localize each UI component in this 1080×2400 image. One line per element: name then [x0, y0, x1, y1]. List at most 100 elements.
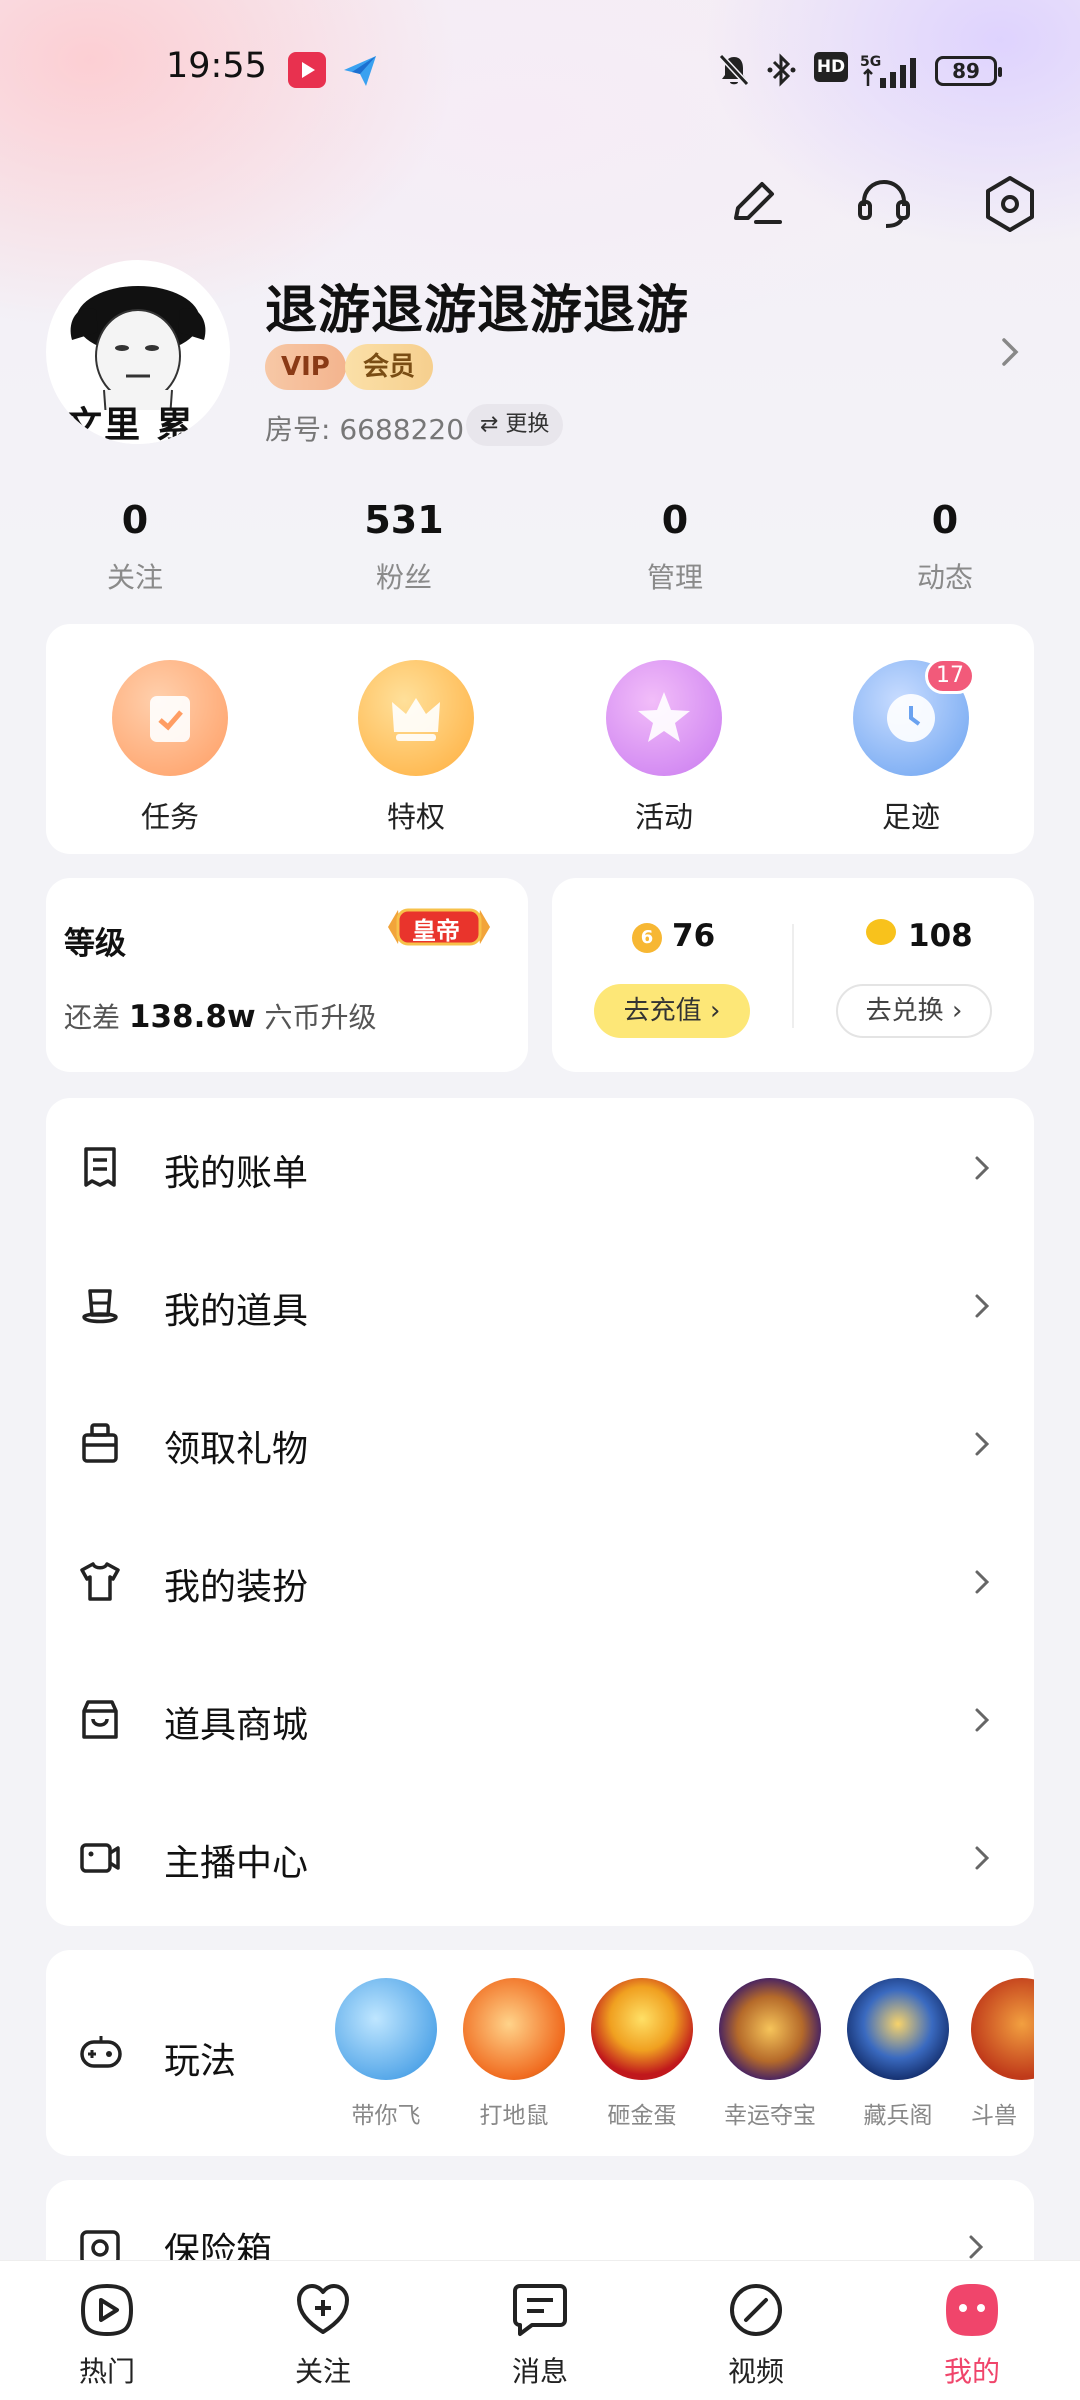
- recharge-button[interactable]: 去充值 ›: [594, 984, 750, 1038]
- golden-egg-game-icon: [591, 1978, 693, 2080]
- stat-value: 0: [121, 498, 149, 542]
- menu-item-bill[interactable]: 我的账单: [46, 1098, 1034, 1236]
- game-item[interactable]: 带你飞: [331, 1978, 441, 2130]
- status-time: 19:55: [166, 46, 267, 86]
- gold-bean-icon: [866, 919, 896, 945]
- hd-icon: HD: [814, 52, 848, 82]
- menu-item-gifts[interactable]: 领取礼物: [46, 1374, 1034, 1512]
- quick-action-label: 特权: [386, 800, 445, 834]
- tab-messages[interactable]: 消息: [470, 2280, 610, 2390]
- menu-label: 道具商城: [164, 1705, 309, 1746]
- game-item[interactable]: 幸运夺宝: [715, 1978, 825, 2130]
- tshirt-icon: [78, 1559, 122, 1603]
- game-item[interactable]: 砸金蛋: [587, 1978, 697, 2130]
- rank-label: 皇帝: [412, 917, 460, 945]
- stat-posts[interactable]: 0 动态: [845, 498, 1045, 596]
- game-item[interactable]: 斗兽: [971, 1978, 1034, 2130]
- mute-icon: [716, 52, 752, 88]
- chevron-right-icon: [972, 1705, 992, 1739]
- chevron-right-icon: [972, 1291, 992, 1325]
- pencil-icon[interactable]: [724, 172, 788, 236]
- chevron-right-icon: ›: [709, 996, 721, 1026]
- stat-label: 粉丝: [375, 561, 432, 594]
- change-room-button[interactable]: ⇄ 更换: [466, 404, 564, 446]
- tab-label: 热门: [78, 2355, 135, 2388]
- stat-following[interactable]: 0 关注: [35, 498, 235, 596]
- beast-fight-game-icon: [971, 1978, 1034, 2080]
- wallet-divider: [792, 924, 794, 1028]
- chevron-right-icon: ›: [951, 996, 963, 1026]
- quick-action-activity[interactable]: 活动: [574, 660, 754, 836]
- store-icon: [78, 1697, 122, 1741]
- chevron-right-icon: [972, 1843, 992, 1877]
- quick-action-label: 任务: [140, 800, 199, 834]
- vip-badge: VIP: [265, 344, 346, 390]
- level-progress-text: 还差 138.8w 六币升级: [64, 996, 377, 1036]
- tab-follow[interactable]: 关注: [253, 2280, 393, 2390]
- level-need-suffix: 六币升级: [255, 1001, 377, 1034]
- settings-hexagon-icon[interactable]: [978, 172, 1042, 236]
- menu-item-props[interactable]: 我的道具: [46, 1236, 1034, 1374]
- chevron-right-icon[interactable]: [996, 332, 1026, 376]
- stat-value: 531: [364, 498, 444, 542]
- member-badge: 会员: [345, 344, 434, 390]
- game-label: 带你飞: [351, 2103, 421, 2129]
- exchange-button[interactable]: 去兑换 ›: [836, 984, 992, 1038]
- menu-label: 我的道具: [164, 1291, 309, 1332]
- gift-icon: [78, 1421, 122, 1465]
- headset-icon[interactable]: [852, 172, 916, 236]
- coin-balance[interactable]: 6 76: [632, 918, 715, 954]
- battery-indicator: 89: [935, 56, 1002, 86]
- footprint-count-badge: 17: [925, 658, 975, 694]
- quick-action-privilege[interactable]: 特权: [326, 660, 506, 836]
- menu-item-outfit[interactable]: 我的装扮: [46, 1512, 1034, 1650]
- weapon-pavilion-game-icon: [847, 1978, 949, 2080]
- menu-item-anchor-center[interactable]: 主播中心: [46, 1788, 1034, 1926]
- chevron-right-icon: [972, 1429, 992, 1463]
- svg-text:5G: 5G: [860, 54, 881, 70]
- video-app-icon: [288, 52, 326, 88]
- play-circle-icon: [80, 2283, 134, 2337]
- level-need-prefix: 还差: [64, 1001, 129, 1034]
- stat-manage[interactable]: 0 管理: [575, 498, 775, 596]
- game-label: 砸金蛋: [607, 2103, 677, 2129]
- tab-mine[interactable]: 我的: [902, 2280, 1042, 2390]
- stat-label: 管理: [646, 561, 703, 594]
- stat-value: 0: [931, 498, 959, 542]
- stat-label: 关注: [106, 561, 163, 594]
- bean-count: 108: [908, 918, 973, 954]
- tab-label: 关注: [294, 2355, 351, 2388]
- heart-plus-icon: [297, 2284, 349, 2334]
- avatar[interactable]: 文里 累: [46, 260, 230, 444]
- six-coin-icon: 6: [632, 923, 662, 953]
- stat-label: 动态: [916, 561, 973, 594]
- game-label: 藏兵阁: [863, 2103, 933, 2129]
- quick-action-label: 足迹: [881, 800, 940, 834]
- game-item[interactable]: 藏兵阁: [843, 1978, 953, 2130]
- room-number: 房号: 6688220: [265, 413, 465, 446]
- bluetooth-icon: [764, 52, 800, 88]
- whack-mole-game-icon: [463, 1978, 565, 2080]
- menu-label: 我的账单: [164, 1153, 309, 1194]
- exchange-label: 去兑换: [865, 996, 944, 1026]
- menu-item-shop[interactable]: 道具商城: [46, 1650, 1034, 1788]
- send-app-icon: [340, 52, 380, 90]
- quick-action-footprint[interactable]: 17 足迹: [821, 658, 1001, 836]
- treasure-chest-game-icon: [719, 1978, 821, 2080]
- tab-video[interactable]: 视频: [686, 2280, 826, 2390]
- game-item[interactable]: 打地鼠: [459, 1978, 569, 2130]
- chevron-right-icon: [972, 1153, 992, 1187]
- stat-fans[interactable]: 531 粉丝: [304, 498, 504, 596]
- quick-action-task[interactable]: 任务: [80, 660, 260, 836]
- star-icon: [606, 660, 722, 776]
- games-title: 玩法: [164, 2041, 237, 2082]
- bean-balance[interactable]: 108: [866, 918, 973, 954]
- game-label: 打地鼠: [479, 2103, 549, 2129]
- video-camera-icon: [78, 1835, 122, 1879]
- tab-hot[interactable]: 热门: [37, 2280, 177, 2390]
- chevron-right-icon: [972, 1567, 992, 1601]
- hat-icon: [78, 1283, 122, 1327]
- face-icon: [946, 2284, 998, 2336]
- menu-label: 领取礼物: [164, 1429, 309, 1470]
- tab-label: 我的: [943, 2355, 1000, 2388]
